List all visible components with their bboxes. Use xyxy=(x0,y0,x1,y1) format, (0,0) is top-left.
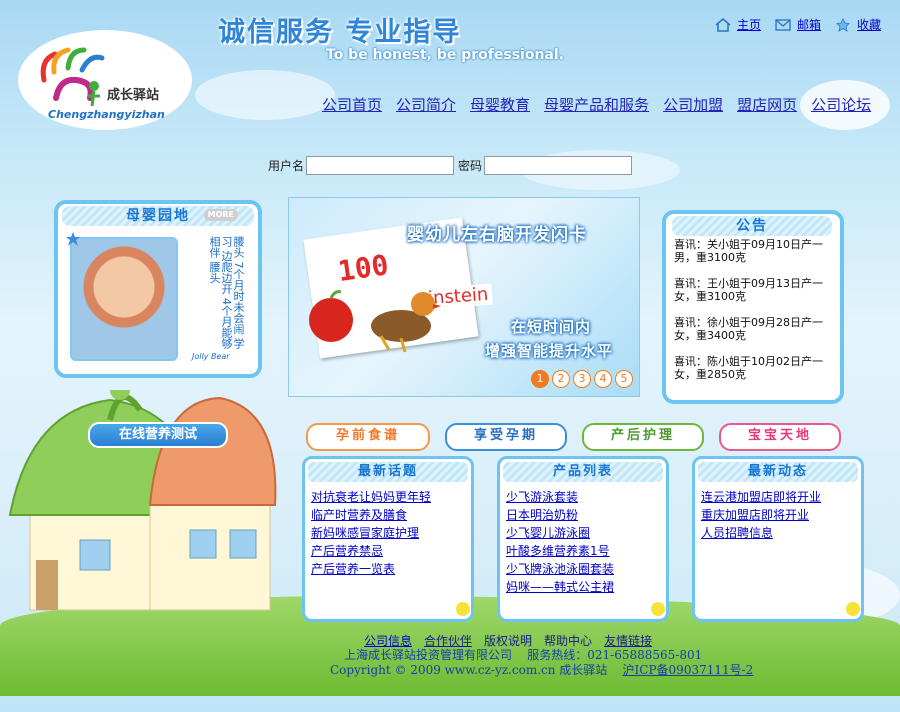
category-label: 宝宝天地 xyxy=(747,428,812,443)
nav-about[interactable]: 公司简介 xyxy=(396,94,456,115)
pager-dot-1[interactable]: 1 xyxy=(531,370,549,388)
banner-title: 婴幼儿左右脑开发闪卡 xyxy=(407,225,587,245)
product-link[interactable]: 少飞游泳套装 xyxy=(506,490,578,504)
username-input[interactable] xyxy=(306,156,455,175)
latest-topics-panel: 最新话题 对抗衰老让妈妈更年轻 临产时营养及膳食 新妈咪感冒家庭护理 产后营养禁… xyxy=(302,456,474,622)
nav-home[interactable]: 公司首页 xyxy=(322,94,382,115)
pager-dot-2[interactable]: 2 xyxy=(552,370,570,388)
nav-stores[interactable]: 盟店网页 xyxy=(737,94,797,115)
star-icon xyxy=(66,232,80,246)
product-list-title: 产品列表 xyxy=(503,462,663,482)
pager-dot-3[interactable]: 3 xyxy=(573,370,591,388)
news-link[interactable]: 连云港加盟店即将开业 xyxy=(701,490,821,504)
category-label: 享受孕期 xyxy=(473,428,538,443)
category-baby-world[interactable]: 宝宝天地 xyxy=(719,423,841,451)
chick-icon xyxy=(651,602,665,616)
product-list-panel: 产品列表 少飞游泳套装 日本明治奶粉 少飞婴儿游泳圈 叶酸多维营养素1号 少飞牌… xyxy=(497,456,669,622)
logo-name: 成长驿站 xyxy=(107,88,160,103)
slogan-chinese: 诚信服务 专业指导 xyxy=(218,17,462,48)
footer-hotline: 服务热线：021-65888565-801 xyxy=(527,648,703,662)
chick-icon xyxy=(846,602,860,616)
top-links: 主页 邮箱 收藏 xyxy=(715,16,889,33)
duck-image xyxy=(371,292,441,353)
announcement-list: 喜讯：关小姐于09月10日产一男，重3100克 喜讯：王小姐于09月13日产一女… xyxy=(674,238,826,394)
announcement-item: 喜讯：王小姐于09月13日产一女，重3100克 xyxy=(674,277,823,303)
caption-line: 腰头 7个月时未会闹 xyxy=(232,236,245,335)
chick-icon xyxy=(456,602,470,616)
news-link[interactable]: 人员招聘信息 xyxy=(701,526,773,540)
caption-line: 腰头 xyxy=(208,261,221,284)
topic-link[interactable]: 产后营养一览表 xyxy=(311,562,395,576)
nav-education[interactable]: 母婴教育 xyxy=(470,94,530,115)
latest-news-panel: 最新动态 连云港加盟店即将开业 重庆加盟店即将开业 人员招聘信息 xyxy=(692,456,864,622)
product-link[interactable]: 妈咪——韩式公主裙 xyxy=(506,580,614,594)
nav-forum[interactable]: 公司论坛 xyxy=(811,94,871,115)
mail-icon xyxy=(775,18,791,32)
login-form: 用户名 密码 xyxy=(268,156,636,175)
favorite-link[interactable]: 收藏 xyxy=(857,16,881,33)
category-prepregnancy-recipes[interactable]: 孕前食谱 xyxy=(306,423,430,451)
pager-dot-4[interactable]: 4 xyxy=(594,370,612,388)
topic-link[interactable]: 对抗衰老让妈妈更年轻 xyxy=(311,490,431,504)
product-link[interactable]: 日本明治奶粉 xyxy=(506,508,578,522)
topic-link[interactable]: 产后营养禁忌 xyxy=(311,544,383,558)
announcement-title: 公告 xyxy=(672,216,832,236)
apple-image xyxy=(309,290,353,342)
topic-link[interactable]: 新妈咪感冒家庭护理 xyxy=(311,526,419,540)
password-input[interactable] xyxy=(484,156,633,175)
home-link[interactable]: 主页 xyxy=(737,16,761,33)
announcement-item: 喜讯：关小姐于09月10日产一男，重3100克 xyxy=(674,238,823,264)
footer-copyright: Copyright © 2009 www.cz-yz.com.cn 成长驿站 xyxy=(330,663,608,677)
cloud-decoration xyxy=(195,70,335,120)
topic-link[interactable]: 临产时营养及膳食 xyxy=(311,508,407,522)
news-link[interactable]: 重庆加盟店即将开业 xyxy=(701,508,809,522)
signature: Jolly Bear xyxy=(192,352,230,361)
nutrition-test-label: 在线营养测试 xyxy=(118,427,197,442)
banner-line2: 增强智能提升水平 xyxy=(485,342,614,360)
latest-news-title: 最新动态 xyxy=(698,462,858,482)
flash-card-banner[interactable]: 100 instein 婴幼儿左右脑开发闪卡 在短时间内 增强智能提升水平 1 … xyxy=(288,197,640,397)
product-link[interactable]: 叶酸多维营养素1号 xyxy=(506,544,610,558)
nav-products[interactable]: 母婴产品和服务 xyxy=(544,94,649,115)
nutrition-test-button[interactable]: 在线营养测试 xyxy=(88,422,228,448)
product-link[interactable]: 少飞牌泳池泳圈套装 xyxy=(506,562,614,576)
more-button[interactable]: MORE xyxy=(203,209,238,221)
home-icon xyxy=(715,17,731,32)
announcement-item: 喜讯：陈小姐于10月02日产一女，重2850克 xyxy=(674,355,823,381)
password-label: 密码 xyxy=(458,159,483,173)
category-postpartum-care[interactable]: 产后护理 xyxy=(582,423,704,451)
latest-topics-title: 最新话题 xyxy=(308,462,468,482)
baby-garden-title: 母婴园地 xyxy=(126,208,190,224)
slogan-english: To be honest, be professional. xyxy=(326,47,564,63)
nav-franchise[interactable]: 公司加盟 xyxy=(663,94,723,115)
pager-dot-5[interactable]: 5 xyxy=(615,370,633,388)
footer-company: 上海成长驿站投资管理有限公司 xyxy=(344,648,513,662)
footer-copyright-line: Copyright © 2009 www.cz-yz.com.cn 成长驿站 沪… xyxy=(330,661,753,678)
star-icon xyxy=(835,17,851,32)
baby-photo[interactable] xyxy=(70,237,178,361)
product-link[interactable]: 少飞婴儿游泳圈 xyxy=(506,526,590,540)
banner-line1: 在短时间内 xyxy=(511,318,592,336)
main-nav: 公司首页 公司简介 母婴教育 母婴产品和服务 公司加盟 盟店网页 公司论坛 xyxy=(322,94,871,115)
logo-pinyin: Chengzhangyizhan xyxy=(48,108,165,121)
announcement-item: 喜讯：徐小姐于09月28日产一女，重3400克 xyxy=(674,316,823,342)
banner-pager: 1 2 3 4 5 xyxy=(531,370,633,388)
category-label: 产后护理 xyxy=(610,428,675,443)
footer-icp-link[interactable]: 沪ICP备09037111号-2 xyxy=(623,663,754,677)
category-label: 孕前食谱 xyxy=(335,428,400,443)
mail-link[interactable]: 邮箱 xyxy=(797,16,821,33)
baby-caption: 腰头 7个月时未会闹 学习 边爬边开 4个月能够相伴 腰头 xyxy=(184,236,245,356)
username-label: 用户名 xyxy=(268,159,305,173)
baby-garden-title-bar: 母婴园地 MORE xyxy=(62,206,254,226)
category-enjoy-pregnancy[interactable]: 享受孕期 xyxy=(445,423,567,451)
